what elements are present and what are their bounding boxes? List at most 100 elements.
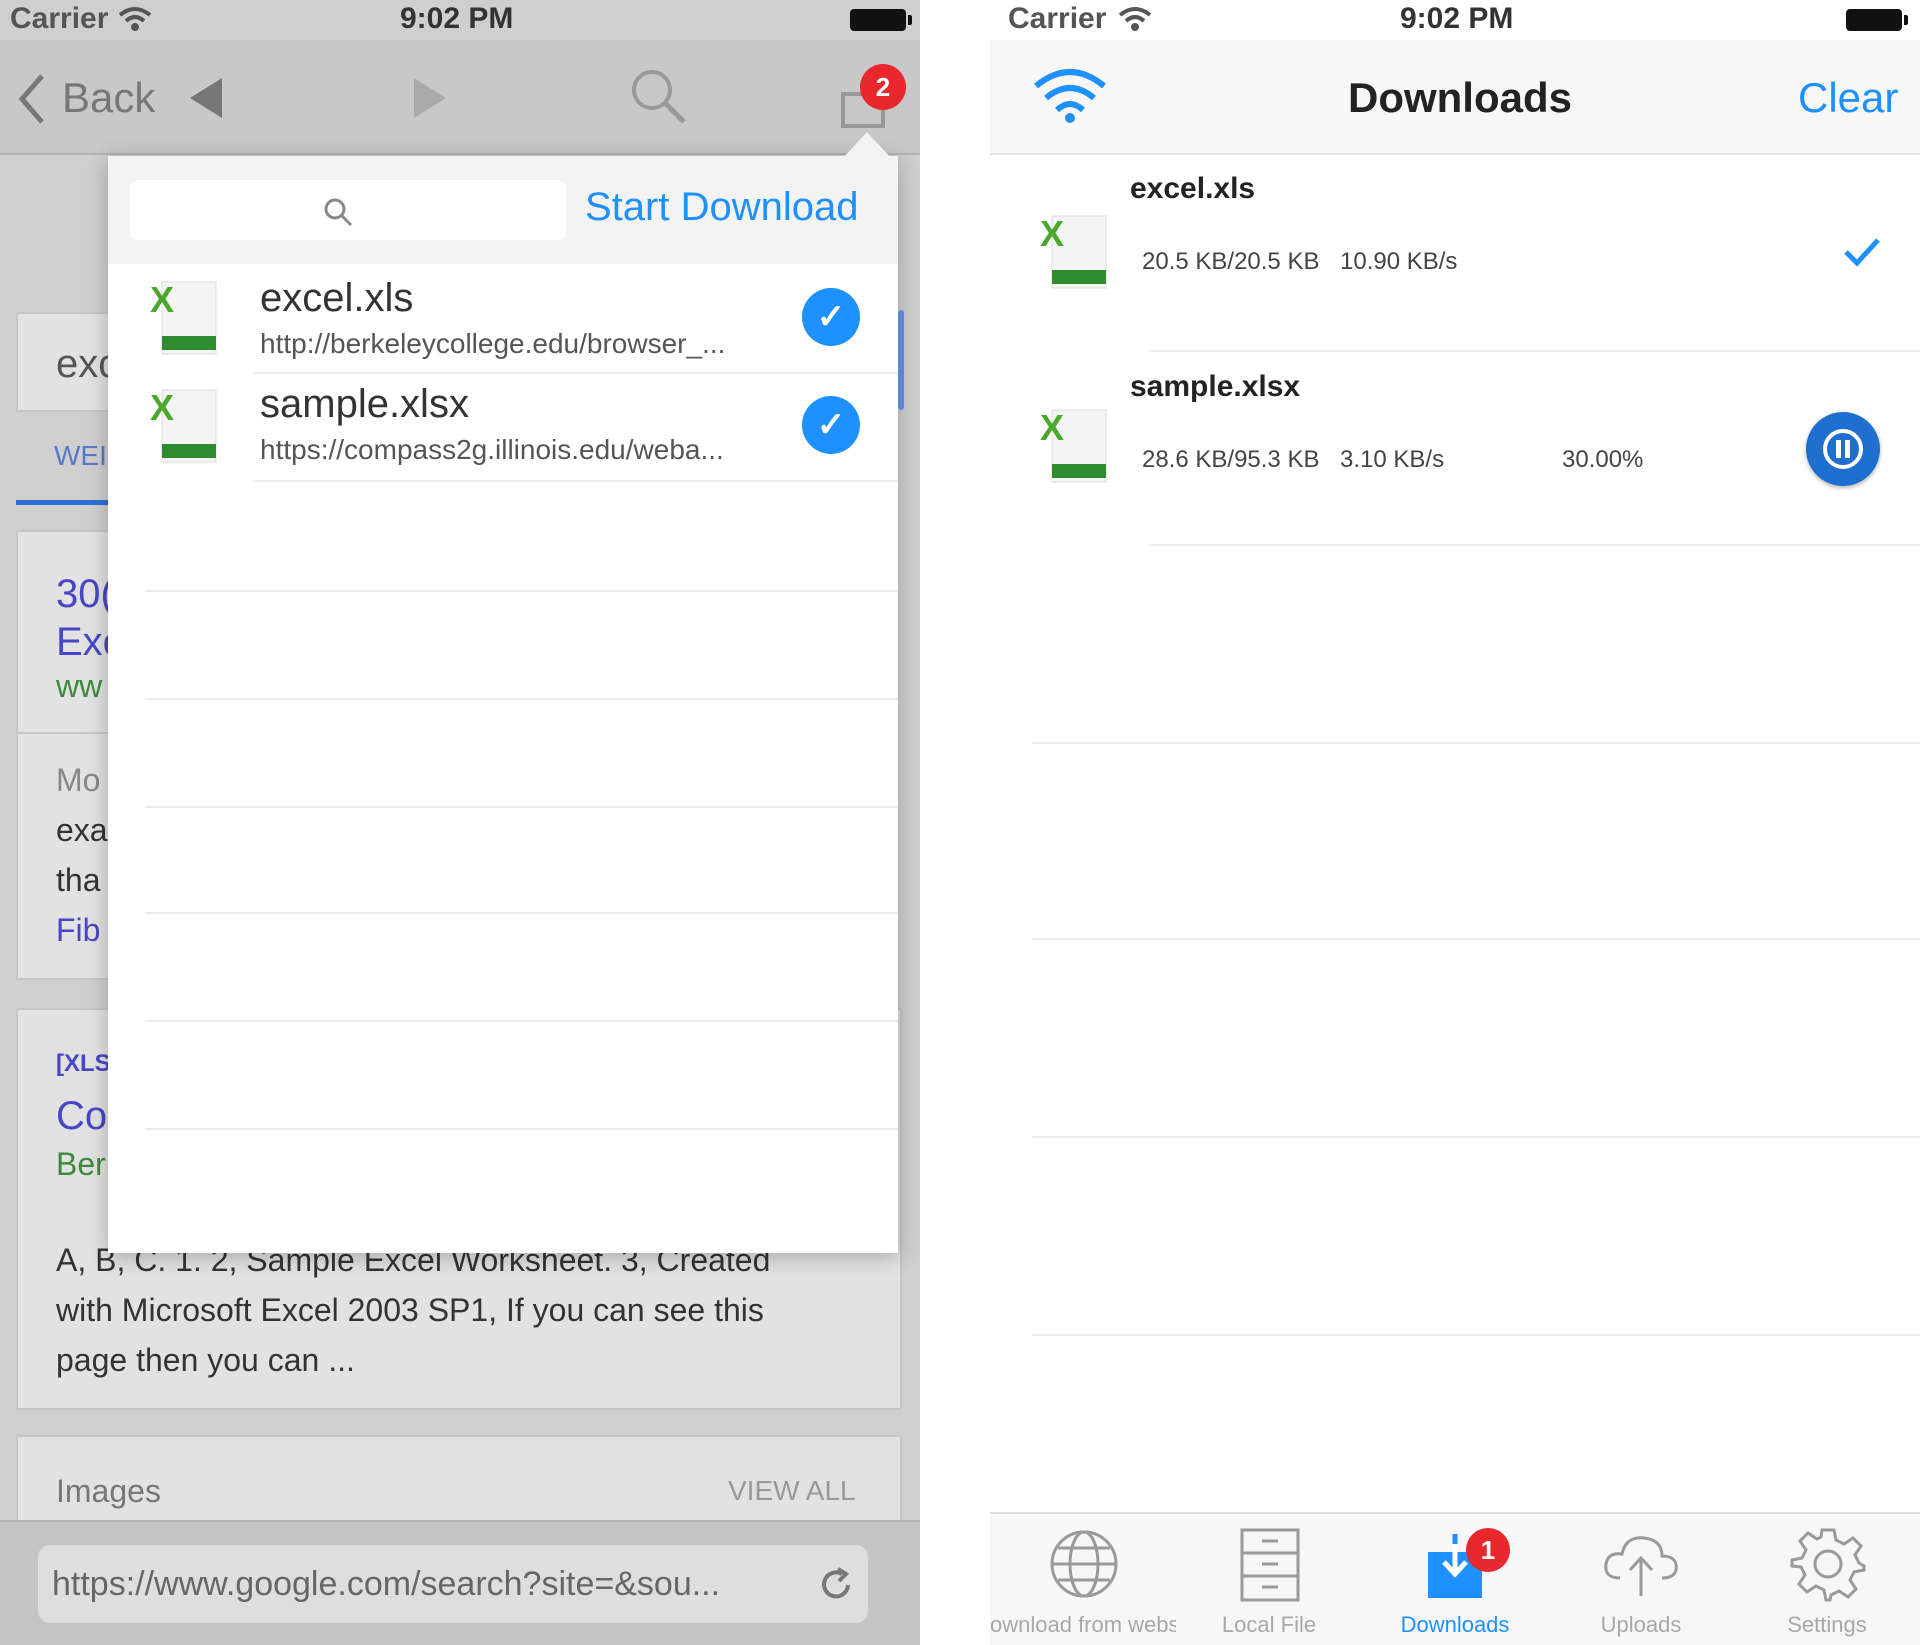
page-title: Downloads: [1348, 74, 1573, 121]
divider: [145, 698, 898, 700]
downloads-screen: Carrier 9:02 PM Downloads Clear X excel.…: [990, 0, 1920, 1645]
gear-icon: [1790, 1528, 1866, 1602]
tab-local-file[interactable]: Local File: [1176, 1520, 1362, 1640]
download-row[interactable]: X sample.xlsx 28.6 KB/95.3 KB 3.10 KB/s …: [990, 354, 1920, 544]
result-card-1: 30( Exc ww Mo exa tha Fib: [16, 530, 123, 980]
popover-search-field[interactable]: [130, 180, 566, 240]
downloads-count-badge: 1: [1466, 1528, 1510, 1572]
browser-screen: Carrier 9:02 PM Back 2 exc WEI 30( Exc w…: [0, 0, 920, 1645]
file-url: http://berkeleycollege.edu/browser_...: [260, 328, 726, 359]
divider: [145, 1128, 898, 1130]
file-cabinet-icon: [1240, 1528, 1300, 1602]
tab-label: Settings: [1787, 1612, 1867, 1637]
download-speed: 3.10 KB/s: [1340, 446, 1445, 473]
carrier-label: Carrier: [10, 2, 109, 35]
clear-button[interactable]: Clear: [1798, 74, 1898, 122]
svg-text:X: X: [1040, 213, 1064, 254]
battery-icon: [850, 9, 912, 31]
divider: [1032, 1136, 1920, 1138]
excel-file-icon: X: [1040, 213, 1107, 289]
active-tab-indicator: [16, 500, 110, 505]
tab-uploads[interactable]: Uploads: [1548, 1520, 1734, 1640]
divider: [145, 806, 898, 808]
scroll-indicator: [898, 310, 904, 410]
wifi-status-icon: [1118, 7, 1152, 31]
tab-settings[interactable]: Settings: [1734, 1520, 1920, 1640]
wifi-transfer-icon[interactable]: [1032, 66, 1108, 124]
search-query-card: exc: [16, 312, 118, 412]
download-file-name: sample.xlsx: [1130, 370, 1301, 403]
file-url: https://compass2g.illinois.edu/weba...: [260, 434, 724, 465]
cloud-upload-icon: [1604, 1536, 1678, 1596]
svg-text:X: X: [150, 387, 174, 428]
history-forward-icon[interactable]: [412, 76, 448, 120]
snippet2-line2: with Microsoft Excel 2003 SP1, If you ca…: [56, 1292, 764, 1328]
divider: [254, 372, 898, 374]
wifi-status-icon: [118, 7, 152, 31]
tab-label: Uploads: [1600, 1612, 1682, 1637]
globe-icon: [1050, 1530, 1118, 1598]
result2-url: Ber: [56, 1146, 106, 1182]
popover-arrow: [843, 132, 891, 158]
download-speed: 10.90 KB/s: [1340, 248, 1458, 275]
divider: [1032, 938, 1920, 940]
result1-url: ww: [56, 668, 103, 704]
tab-label: Downloads: [1400, 1612, 1510, 1637]
excel-file-icon: X: [150, 279, 217, 355]
checkmark-icon[interactable]: ✓: [802, 396, 860, 454]
tab-downloads[interactable]: 1 Downloads: [1362, 1520, 1548, 1640]
address-text: https://www.google.com/search?site=&sou.…: [52, 1565, 721, 1603]
tab-download-from-website[interactable]: ownload from website: [990, 1520, 1176, 1640]
tab-label: ownload from website: [990, 1612, 1176, 1637]
result2-title[interactable]: Co: [56, 1094, 107, 1139]
images-section: Images VIEW ALL: [16, 1435, 902, 1525]
checkmark-icon[interactable]: ✓: [802, 288, 860, 346]
divider: [1150, 544, 1920, 546]
pause-button[interactable]: [1806, 412, 1880, 486]
chevron-left-icon: [18, 74, 44, 124]
search-icon[interactable]: [628, 66, 688, 126]
divider: [1032, 742, 1920, 744]
divider: [1032, 1334, 1920, 1336]
history-back-icon[interactable]: [188, 76, 224, 120]
screen-separator: [920, 0, 990, 1645]
popover-file-row[interactable]: X excel.xls http://berkeleycollege.edu/b…: [108, 266, 898, 374]
file-name: excel.xls: [260, 276, 414, 320]
snippet1-link[interactable]: Fib: [56, 912, 100, 949]
status-time: 9:02 PM: [1400, 2, 1514, 35]
address-field[interactable]: https://www.google.com/search?site=&sou.…: [38, 1545, 868, 1623]
popover-file-row[interactable]: X sample.xlsx https://compass2g.illinois…: [108, 376, 898, 484]
images-label: Images: [56, 1473, 161, 1509]
back-button[interactable]: Back: [12, 70, 162, 130]
back-label: Back: [62, 74, 156, 121]
download-progress-text: 20.5 KB/20.5 KB: [1142, 248, 1320, 275]
download-progress-text: 28.6 KB/95.3 KB: [1142, 446, 1320, 473]
divider: [18, 732, 118, 734]
result1-title-line1[interactable]: 30(: [56, 572, 114, 617]
excel-file-icon: X: [150, 387, 217, 463]
carrier-label: Carrier: [1008, 2, 1107, 35]
snippet1-line: tha: [56, 862, 101, 898]
divider: [254, 480, 898, 482]
pause-icon: [1823, 429, 1863, 469]
download-file-name: excel.xls: [1130, 172, 1256, 205]
svg-text:X: X: [1040, 407, 1064, 448]
divider: [145, 590, 898, 592]
downloads-badge: 2: [860, 64, 906, 110]
download-percent: 30.00%: [1562, 446, 1644, 473]
reload-icon[interactable]: [818, 1567, 854, 1603]
file-name: sample.xlsx: [260, 382, 469, 426]
start-download-button[interactable]: Start Download: [585, 185, 858, 230]
divider: [145, 912, 898, 914]
divider: [145, 1020, 898, 1022]
svg-text:X: X: [150, 279, 174, 320]
divider: [1150, 350, 1920, 352]
tab-label: Local File: [1221, 1612, 1317, 1637]
checkmark-icon: [1844, 238, 1880, 267]
download-row[interactable]: X excel.xls 20.5 KB/20.5 KB 10.90 KB/s: [990, 160, 1920, 350]
tab-web[interactable]: WEI: [54, 440, 107, 472]
snippet1-line: exa: [56, 812, 108, 848]
view-all-link[interactable]: VIEW ALL: [728, 1475, 856, 1507]
status-time: 9:02 PM: [400, 2, 514, 35]
battery-icon: [1846, 9, 1908, 31]
